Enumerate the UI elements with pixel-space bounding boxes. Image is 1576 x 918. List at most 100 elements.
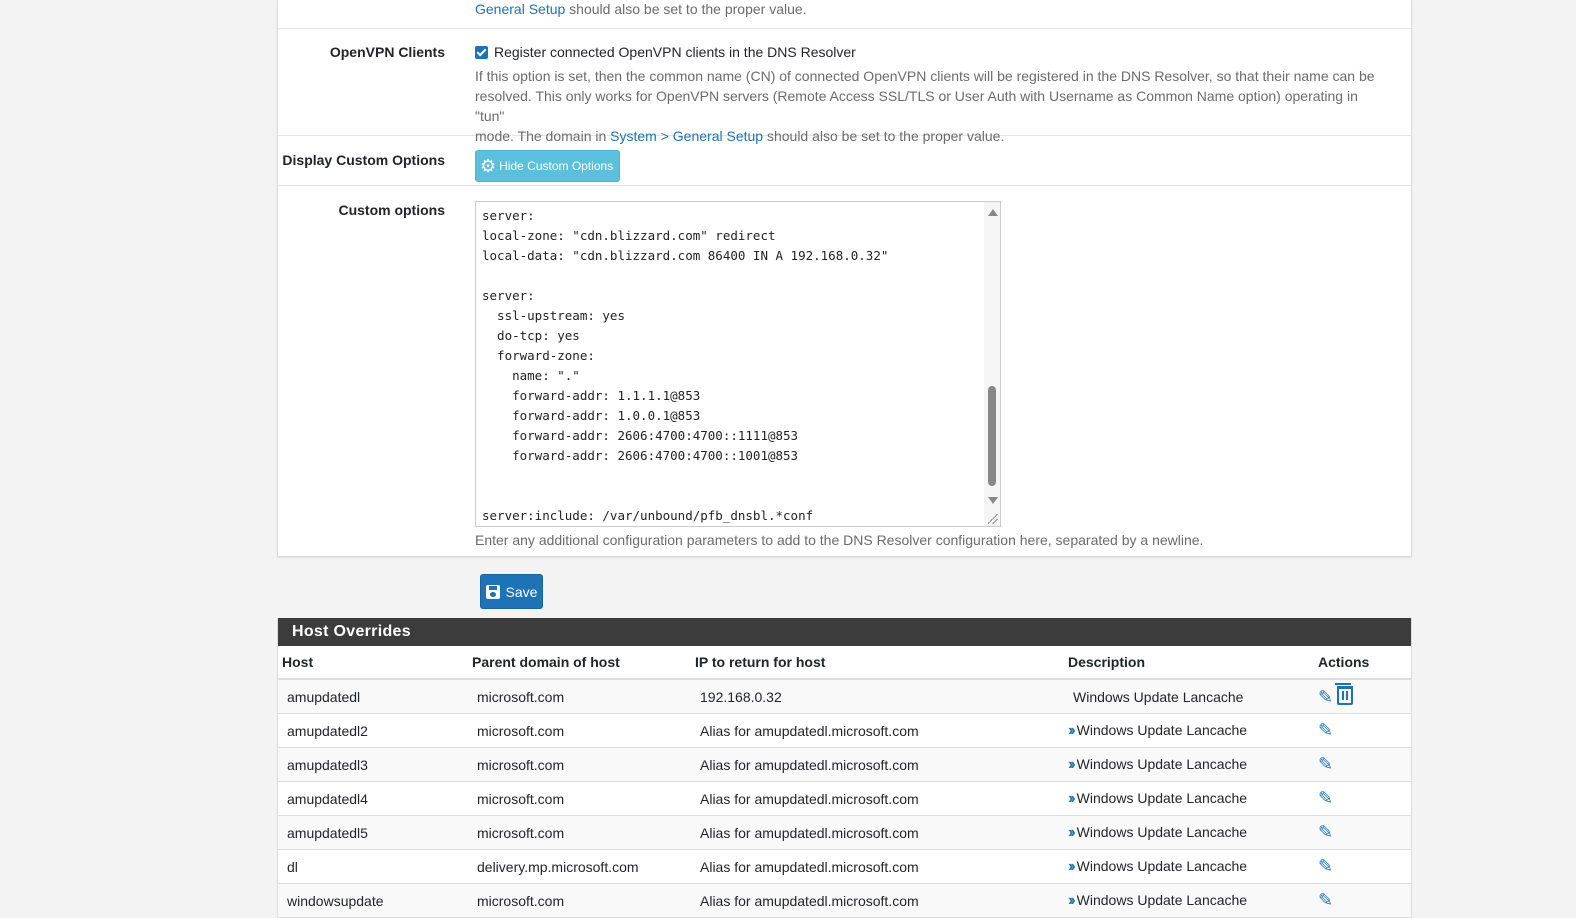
alias-chevron-icon: ›› [1068,857,1075,875]
hide-custom-options-button[interactable]: ⚙ Hide Custom Options [475,150,621,182]
edit-pencil-icon[interactable]: ✎ [1318,890,1333,911]
save-button[interactable]: Save [480,574,543,609]
scroll-up-arrow-icon[interactable] [988,209,998,216]
host-cell: amupdatedl4 [278,781,468,816]
alias-chevron-icon: ›› [1068,755,1075,773]
actions-cell: ✎ [1314,747,1411,782]
openvpn-checkbox-label: Register connected OpenVPN clients in th… [494,44,856,60]
openvpn-clients-field: Register connected OpenVPN clients in th… [475,42,1391,146]
custom-options-label: Custom options [338,202,445,218]
table-row: amupdatedl2 microsoft.com Alias for amup… [278,713,1411,748]
previous-row-fragment: General Setup should also be set to the … [278,0,1411,29]
edit-pencil-icon[interactable]: ✎ [1318,720,1333,741]
table-row: amupdatedl5 microsoft.com Alias for amup… [278,815,1411,850]
description-cell: ›› Windows Update Lancache [1064,713,1314,748]
description-cell: ›› Windows Update Lancache [1064,781,1314,816]
previous-row-help-text: should also be set to the proper value. [565,1,807,17]
delete-trash-icon[interactable] [1335,682,1354,705]
host-cell: dl [278,849,468,884]
previous-row-help: General Setup should also be set to the … [475,0,1391,19]
alias-chevron-icon: ›› [1068,789,1075,807]
display-custom-options-row: Display Custom Options ⚙ Hide Custom Opti… [278,136,1411,186]
ip-cell: Alias for amupdatedl.microsoft.com [691,747,1064,782]
actions-cell: ✎ [1314,883,1411,918]
edit-pencil-icon[interactable]: ✎ [1318,788,1333,809]
parent-domain-cell: microsoft.com [468,713,691,748]
ip-cell: Alias for amupdatedl.microsoft.com [691,781,1064,816]
table-row: dl delivery.mp.microsoft.com Alias for a… [278,849,1411,884]
actions-cell: ✎ [1314,679,1411,714]
description-text: Windows Update Lancache [1076,823,1248,840]
ip-cell: Alias for amupdatedl.microsoft.com [691,849,1064,884]
description-text: Windows Update Lancache [1076,721,1248,738]
openvpn-help-line2: resolved. This only works for OpenVPN se… [475,88,1358,124]
openvpn-clients-row: OpenVPN Clients Register connected OpenV… [278,29,1411,144]
ip-cell: 192.168.0.32 [691,679,1064,714]
host-cell: windowsupdate [278,883,468,918]
edit-pencil-icon[interactable]: ✎ [1318,822,1333,843]
table-header-row: Host Parent domain of host IP to return … [278,646,1411,680]
description-text: Windows Update Lancache [1073,688,1244,705]
table-row: amupdatedl4 microsoft.com Alias for amup… [278,781,1411,816]
openvpn-help-line1: If this option is set, then the common n… [475,68,1375,84]
display-custom-options-label: Display Custom Options [282,152,445,168]
parent-domain-cell: microsoft.com [468,883,691,918]
textarea-scrollbar[interactable] [984,202,1000,526]
col-description: Description [1064,646,1314,680]
actions-cell: ✎ [1314,781,1411,816]
table-row: amupdatedl3 microsoft.com Alias for amup… [278,747,1411,782]
scroll-thumb[interactable] [988,386,996,486]
description-cell: ›› Windows Update Lancache [1064,883,1314,918]
ip-cell: Alias for amupdatedl.microsoft.com [691,883,1064,918]
floppy-disk-icon [485,584,500,599]
description-text: Windows Update Lancache [1076,789,1248,806]
col-actions: Actions [1314,646,1411,680]
hide-custom-options-label: Hide Custom Options [499,159,614,173]
description-text: Windows Update Lancache [1076,755,1248,772]
host-overrides-table: Host Parent domain of host IP to return … [278,646,1411,918]
description-text: Windows Update Lancache [1076,857,1248,874]
openvpn-register-checkbox[interactable] [475,46,488,59]
description-cell: ›› Windows Update Lancache [1064,815,1314,850]
actions-cell: ✎ [1314,849,1411,884]
custom-options-textarea[interactable]: server: local-zone: "cdn.blizzard.com" r… [475,201,1001,527]
openvpn-help-text: If this option is set, then the common n… [475,66,1391,146]
actions-cell: ✎ [1314,815,1411,850]
resize-handle-icon[interactable] [988,514,998,524]
col-host: Host [278,646,468,680]
edit-pencil-icon[interactable]: ✎ [1318,856,1333,877]
description-cell: ›› Windows Update Lancache [1064,849,1314,884]
actions-cell: ✎ [1314,713,1411,748]
custom-options-value: server: local-zone: "cdn.blizzard.com" r… [482,208,889,523]
edit-pencil-icon[interactable]: ✎ [1318,687,1333,708]
resolver-settings-panel: General Setup should also be set to the … [277,0,1412,557]
description-cell: Windows Update Lancache [1064,679,1314,714]
openvpn-clients-label: OpenVPN Clients [329,44,445,60]
host-cell: amupdatedl5 [278,815,468,850]
ip-cell: Alias for amupdatedl.microsoft.com [691,815,1064,850]
gear-icon: ⚙ [480,156,497,176]
general-setup-link[interactable]: General Setup [475,1,565,17]
host-cell: amupdatedl [278,679,468,714]
custom-options-row: Custom options server: local-zone: "cdn.… [278,186,1411,556]
alias-chevron-icon: ›› [1068,721,1075,739]
col-parent-domain: Parent domain of host [468,646,691,680]
ip-cell: Alias for amupdatedl.microsoft.com [691,713,1064,748]
table-row: amupdatedl microsoft.com 192.168.0.32 Wi… [278,679,1411,714]
host-overrides-panel: Host Overrides Host Parent domain of hos… [277,618,1412,918]
description-cell: ›› Windows Update Lancache [1064,747,1314,782]
host-cell: amupdatedl3 [278,747,468,782]
scroll-down-arrow-icon[interactable] [988,497,998,504]
alias-chevron-icon: ›› [1068,823,1075,841]
parent-domain-cell: microsoft.com [468,815,691,850]
table-row: windowsupdate microsoft.com Alias for am… [278,883,1411,918]
description-text: Windows Update Lancache [1076,891,1248,908]
parent-domain-cell: microsoft.com [468,747,691,782]
col-ip: IP to return for host [691,646,1064,680]
edit-pencil-icon[interactable]: ✎ [1318,754,1333,775]
host-cell: amupdatedl2 [278,713,468,748]
parent-domain-cell: microsoft.com [468,679,691,714]
host-overrides-title: Host Overrides [278,618,1411,646]
parent-domain-cell: delivery.mp.microsoft.com [468,849,691,884]
custom-options-help: Enter any additional configuration param… [475,532,1204,548]
